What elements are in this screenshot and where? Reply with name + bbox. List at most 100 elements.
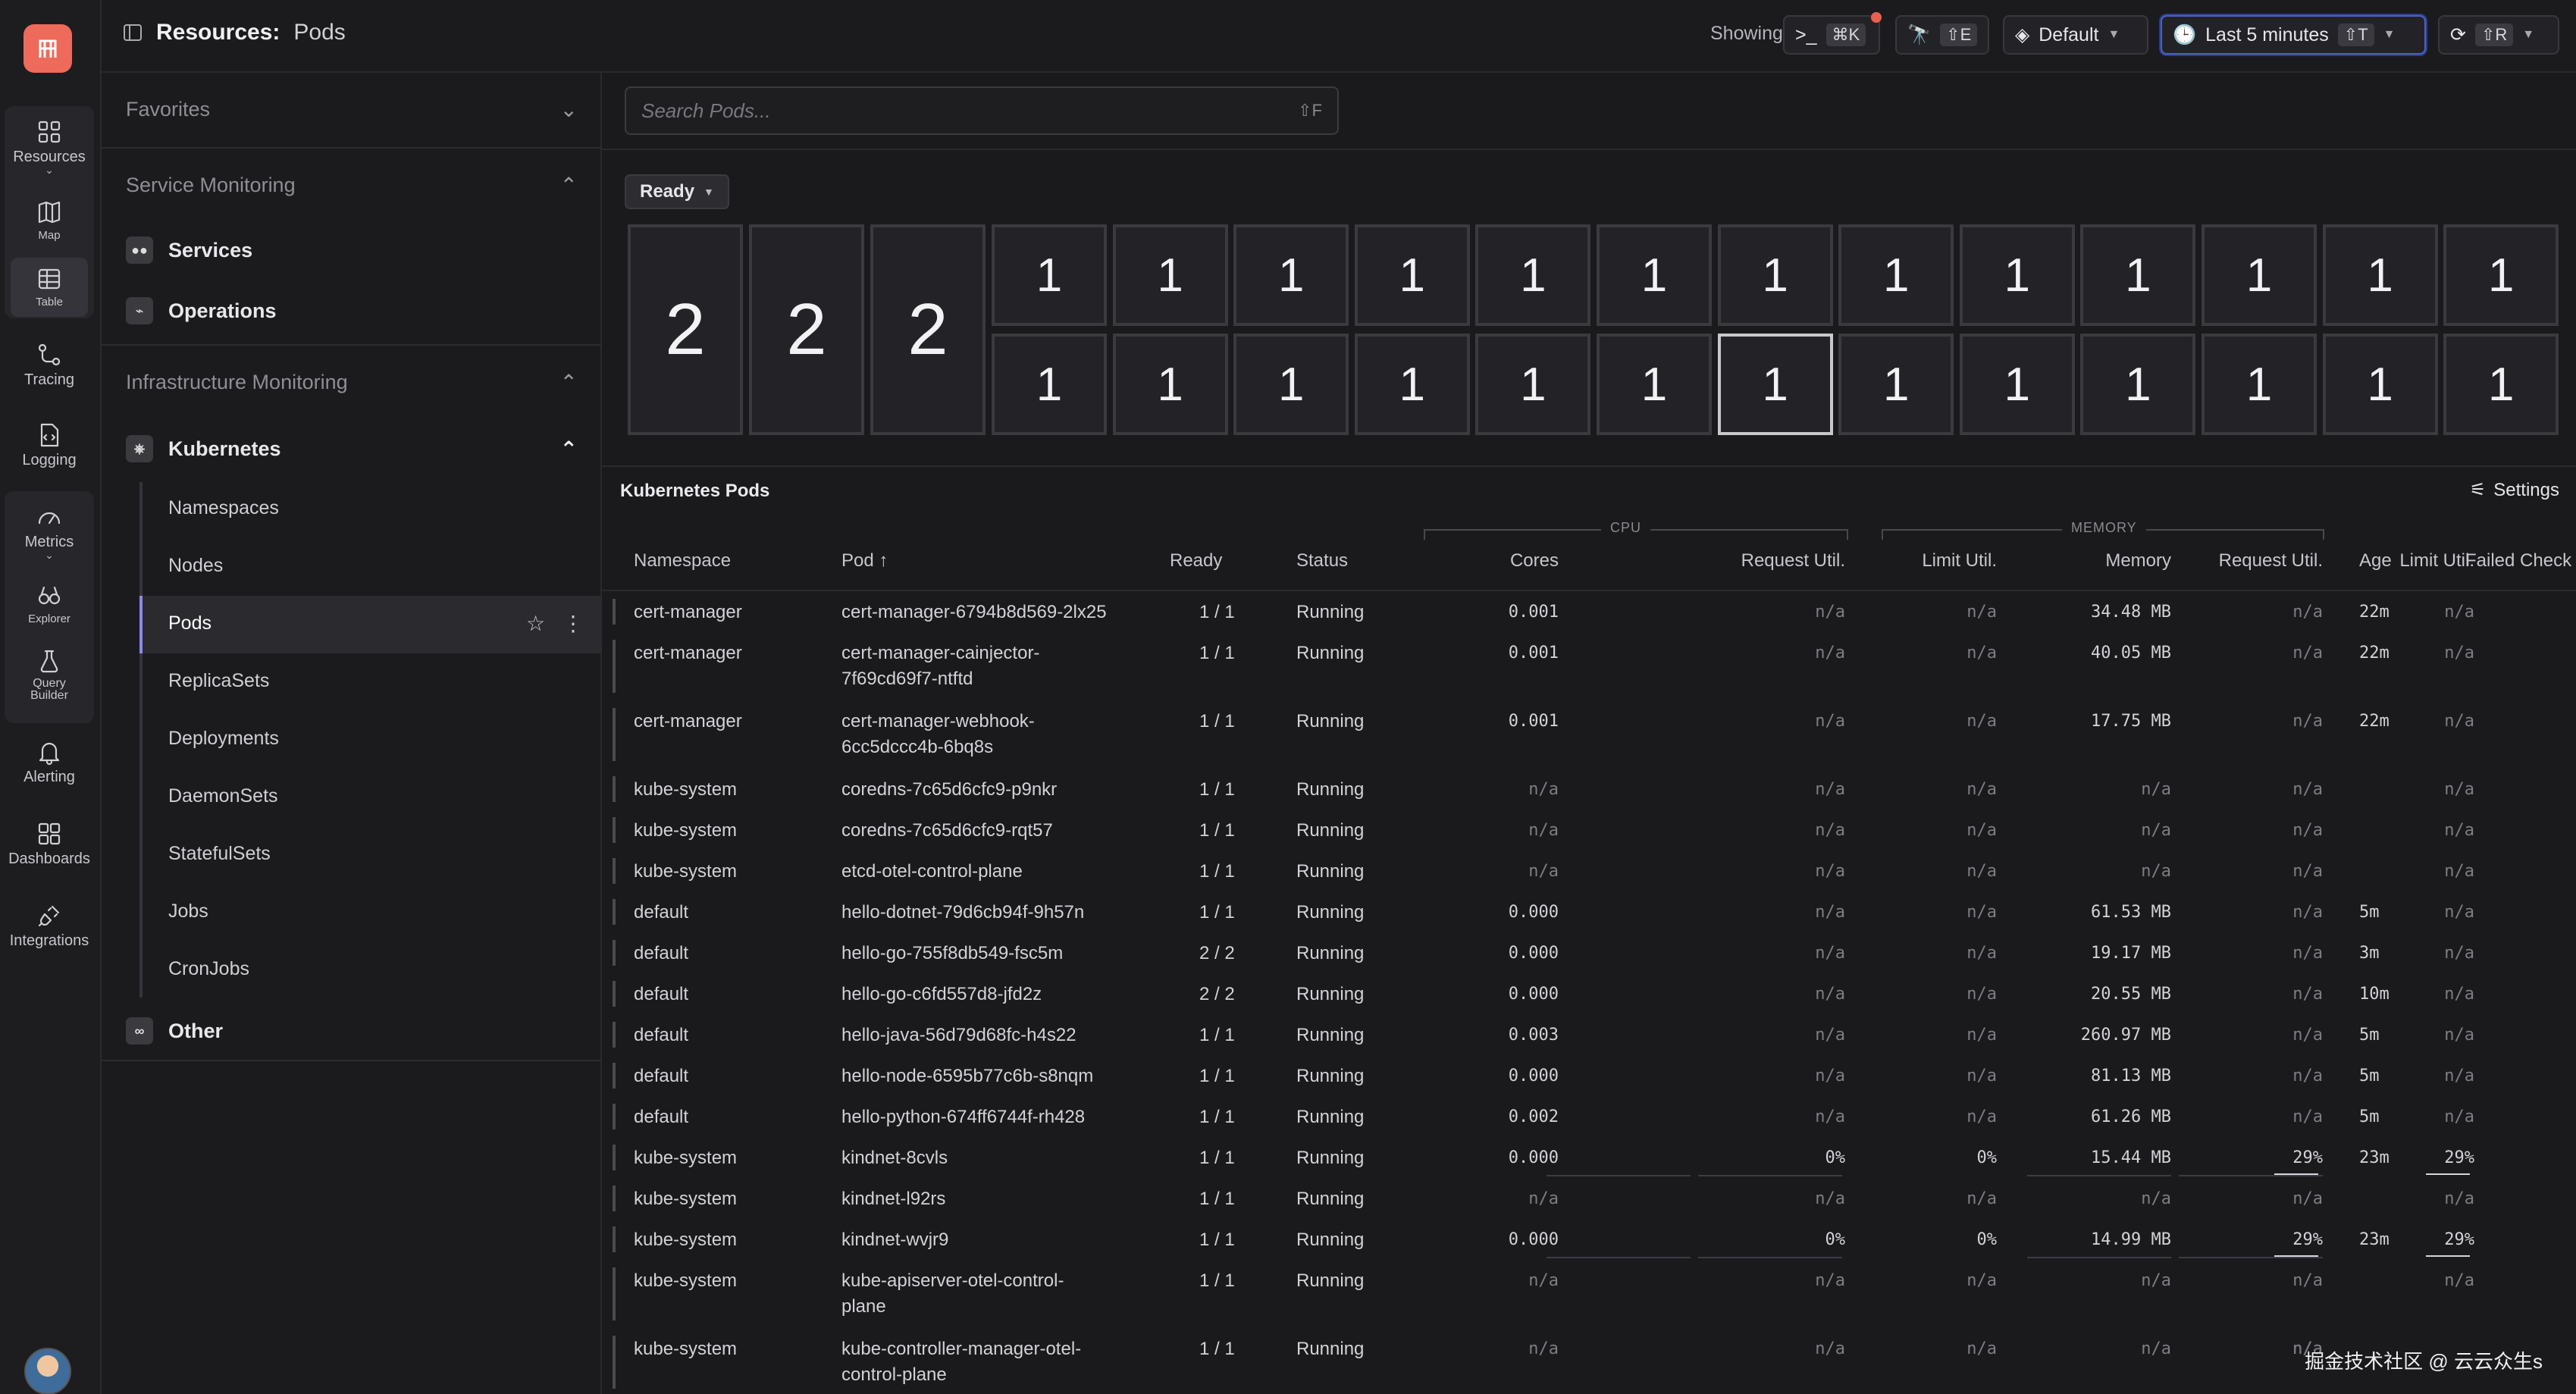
sidebar-item-other[interactable]: ∞ Other <box>126 1017 223 1045</box>
grid-cell-selected[interactable]: 1 <box>1717 334 1833 435</box>
share-button[interactable]: 🔭 ⇧E <box>1895 15 1989 55</box>
table-row[interactable]: cert-manager cert-manager-webhook- 6cc5dcc… <box>602 700 2576 769</box>
table-row[interactable]: default hello-go-755f8db549-fsc5m 2 / 2 Run… <box>602 932 2576 973</box>
grid-cell[interactable]: 1 <box>2080 224 2196 326</box>
sidebar-toggle-icon[interactable] <box>123 23 143 42</box>
grid-cell[interactable]: 2 <box>628 224 743 435</box>
table-row[interactable]: kube-system kube-controller-manager-otel-… <box>602 1328 2576 1394</box>
search-box[interactable]: ⇧F <box>625 86 1339 135</box>
table-row[interactable]: kube-system kube-apiserver-otel-control-p… <box>602 1260 2576 1328</box>
column-header-cores[interactable]: Cores <box>1460 550 1559 572</box>
grid-cell[interactable]: 1 <box>2322 334 2438 435</box>
sidebar-item-services[interactable]: ●● Services <box>126 237 252 264</box>
rail-item-logging[interactable]: Logging <box>5 421 94 469</box>
grid-cell[interactable]: 1 <box>1354 334 1470 435</box>
avatar[interactable] <box>24 1348 71 1394</box>
command-palette-button[interactable]: >_ ⌘K <box>1783 12 1882 55</box>
sidebar-item-operations[interactable]: ⌁ Operations <box>126 297 277 324</box>
grid-cell[interactable]: 1 <box>992 224 1107 326</box>
sidebar-item-statefulsets[interactable]: StatefulSets <box>168 843 271 865</box>
time-range-select[interactable]: 🕒 Last 5 minutes ⇧T ▼ <box>2161 15 2426 55</box>
column-header-pod[interactable]: Pod ↑ <box>841 550 888 572</box>
sidebar-item-deployments[interactable]: Deployments <box>168 728 279 750</box>
grid-cell[interactable]: 1 <box>1959 334 2075 435</box>
environment-select[interactable]: ◈ Default ▼ <box>2003 15 2148 55</box>
table-row[interactable]: cert-manager cert-manager-6794b8d569-2lx2… <box>602 591 2576 632</box>
rail-item-tracing[interactable]: Tracing <box>5 341 94 389</box>
row-indicator <box>613 981 616 1007</box>
grid-cell[interactable]: 1 <box>2322 224 2438 326</box>
grid-cell[interactable]: 1 <box>1475 334 1591 435</box>
grid-cell[interactable]: 1 <box>2443 224 2559 326</box>
grid-cell[interactable]: 1 <box>1838 224 1954 326</box>
cell-pod: hello-dotnet-79d6cb94f-9h57n <box>841 902 1085 923</box>
rail-item-integrations[interactable]: Integrations <box>5 902 94 950</box>
column-header-status[interactable]: Status <box>1296 550 1348 572</box>
grid-cell[interactable]: 1 <box>1354 224 1470 326</box>
section-service-monitoring[interactable]: Service Monitoring ⌃ <box>102 149 602 221</box>
grid-cell[interactable]: 1 <box>1597 334 1712 435</box>
refresh-button[interactable]: ⟳ ⇧R ▼ <box>2438 15 2559 55</box>
column-header-ready[interactable]: Ready <box>1170 550 1222 572</box>
settings-button[interactable]: ⚟ Settings <box>2470 479 2559 501</box>
cell-cpu-request: n/a <box>1815 944 1845 963</box>
sidebar-item-pods[interactable]: Pods <box>168 612 212 634</box>
grid-cell[interactable]: 1 <box>1475 224 1591 326</box>
table-row[interactable]: default hello-node-6595b77c6b-s8nqm 1 / 1 R… <box>602 1055 2576 1096</box>
sidebar-item-kubernetes[interactable]: ⎈ Kubernetes ⌃ <box>126 435 578 462</box>
grid-cell[interactable]: 1 <box>1597 224 1712 326</box>
grid-cell[interactable]: 1 <box>992 334 1107 435</box>
sidebar-item-namespaces[interactable]: Namespaces <box>168 497 279 519</box>
sidebar-item-daemonsets[interactable]: DaemonSets <box>168 785 278 807</box>
grid-cell[interactable]: 1 <box>2202 224 2317 326</box>
sidebar-item-replicasets[interactable]: ReplicaSets <box>168 670 269 692</box>
rail-item-resources[interactable]: Resources ⌄ <box>5 118 94 175</box>
grid-cell[interactable]: 1 <box>2080 334 2196 435</box>
table-row[interactable]: default hello-dotnet-79d6cb94f-9h57n 1 / 1… <box>602 891 2576 932</box>
rail-item-dashboards[interactable]: Dashboards <box>5 820 94 868</box>
grid-cell[interactable]: 1 <box>1233 334 1349 435</box>
rail-item-table[interactable]: Table <box>5 265 94 309</box>
table-row[interactable]: kube-system kindnet-8cvls 1 / 1 Running 0.00… <box>602 1137 2576 1178</box>
logo-icon[interactable] <box>24 24 72 73</box>
rail-item-query-builder[interactable]: Query Builder <box>5 647 94 702</box>
rail-item-explorer[interactable]: Explorer <box>5 582 94 625</box>
table-row[interactable]: kube-system etcd-otel-control-plane 1 / 1 R… <box>602 850 2576 891</box>
sidebar-item-label: Services <box>168 238 253 262</box>
grid-cell[interactable]: 1 <box>1838 334 1954 435</box>
table-row[interactable]: kube-system coredns-7c65d6cfc9-rqt57 1 / 1… <box>602 810 2576 850</box>
sidebar-item-cronjobs[interactable]: CronJobs <box>168 958 249 980</box>
rail-item-map[interactable]: Map <box>5 199 94 242</box>
star-icon[interactable]: ☆ <box>526 611 545 636</box>
column-header-failed-check[interactable]: Failed Check <box>2465 550 2571 572</box>
sidebar-item-nodes[interactable]: Nodes <box>168 555 223 577</box>
search-input[interactable] <box>641 99 1248 123</box>
grid-cell[interactable]: 1 <box>1112 224 1228 326</box>
table-row[interactable]: kube-system coredns-7c65d6cfc9-p9nkr 1 / 1… <box>602 769 2576 810</box>
grid-cell[interactable]: 1 <box>2443 334 2559 435</box>
grid-cell[interactable]: 1 <box>1233 224 1349 326</box>
rail-item-metrics[interactable]: Metrics ⌄ <box>5 503 94 560</box>
section-infrastructure-monitoring[interactable]: Infrastructure Monitoring ⌃ <box>102 346 602 418</box>
grid-cell[interactable]: 1 <box>1112 334 1228 435</box>
grid-cell[interactable]: 2 <box>870 224 986 435</box>
table-row[interactable]: kube-system kindnet-l92rs 1 / 1 Running n/a n… <box>602 1178 2576 1219</box>
grid-cell[interactable]: 1 <box>2202 334 2317 435</box>
grid-cell[interactable]: 1 <box>1717 224 1833 326</box>
table-row[interactable]: default hello-java-56d79d68fc-h4s22 1 / 1 R… <box>602 1014 2576 1055</box>
table-row[interactable]: default hello-python-674ff6744f-rh428 1 / … <box>602 1096 2576 1137</box>
table-row[interactable]: default hello-go-c6fd557d8-jfd2z 2 / 2 Runn… <box>602 973 2576 1014</box>
more-icon[interactable]: ⋮ <box>563 611 584 636</box>
sidebar-item-jobs[interactable]: Jobs <box>168 901 208 923</box>
grid-cell[interactable]: 1 <box>1959 224 2075 326</box>
rail-item-alerting[interactable]: Alerting <box>5 738 94 786</box>
grid-cell[interactable]: 2 <box>749 224 864 435</box>
cell-pod: hello-go-755f8db549-fsc5m <box>841 943 1064 963</box>
column-header-namespace[interactable]: Namespace <box>634 550 731 572</box>
section-favorites[interactable]: Favorites ⌄ <box>102 73 602 146</box>
table-row[interactable]: cert-manager cert-manager-cainjector- 7f69… <box>602 632 2576 700</box>
ready-filter-dropdown[interactable]: Ready ▼ <box>625 174 729 209</box>
column-header-memory-limit[interactable]: Limit Util. <box>2224 550 2474 572</box>
table-row[interactable]: kube-system kindnet-wvjr9 1 / 1 Running 0.00… <box>602 1219 2576 1260</box>
column-header-age[interactable]: Age <box>2359 550 2392 572</box>
